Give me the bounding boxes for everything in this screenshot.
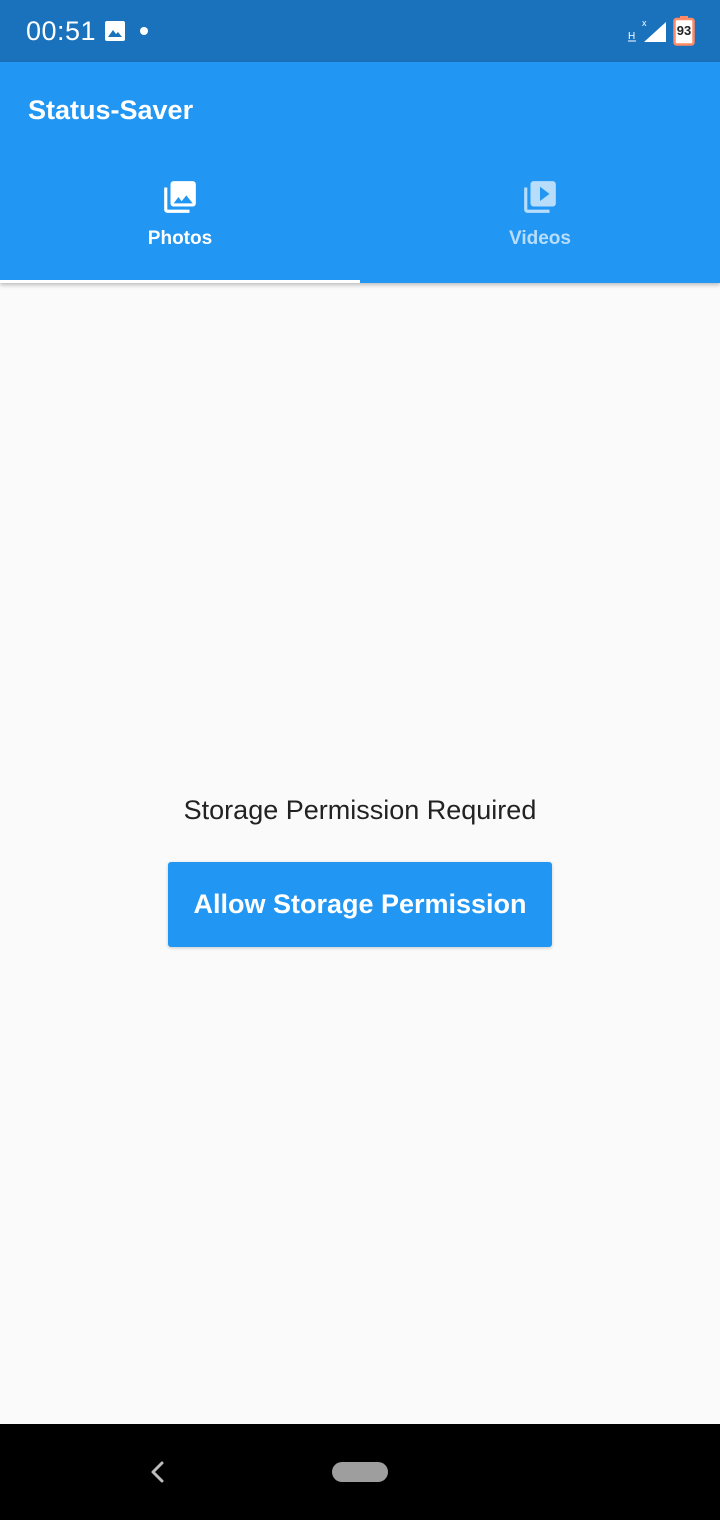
battery-level: 93 — [676, 23, 692, 38]
allow-storage-permission-button[interactable]: Allow Storage Permission — [168, 862, 552, 947]
navigation-bar — [0, 1424, 720, 1520]
tab-videos[interactable]: Videos — [360, 170, 720, 283]
tab-videos-label: Videos — [509, 228, 571, 249]
tab-indicator — [0, 280, 360, 283]
tab-photos-label: Photos — [147, 228, 213, 249]
app-title: Status-Saver — [28, 95, 194, 125]
app-bar: Status-Saver Photos Videos — [0, 62, 720, 283]
tab-photos[interactable]: Photos — [0, 170, 360, 283]
home-button[interactable] — [332, 1462, 388, 1482]
notification-dot-icon — [140, 27, 148, 35]
permission-message: Storage Permission Required — [183, 795, 537, 825]
signal-icon: x H — [628, 18, 666, 42]
video-library-icon — [524, 181, 556, 213]
svg-text:x: x — [642, 18, 647, 28]
gallery-icon — [105, 21, 125, 41]
status-bar: 00:51 x H 93 — [0, 0, 720, 62]
battery-icon: 93 — [673, 16, 695, 46]
photo-library-icon — [164, 181, 196, 213]
back-icon[interactable] — [146, 1460, 170, 1484]
status-time: 00:51 — [26, 16, 97, 46]
